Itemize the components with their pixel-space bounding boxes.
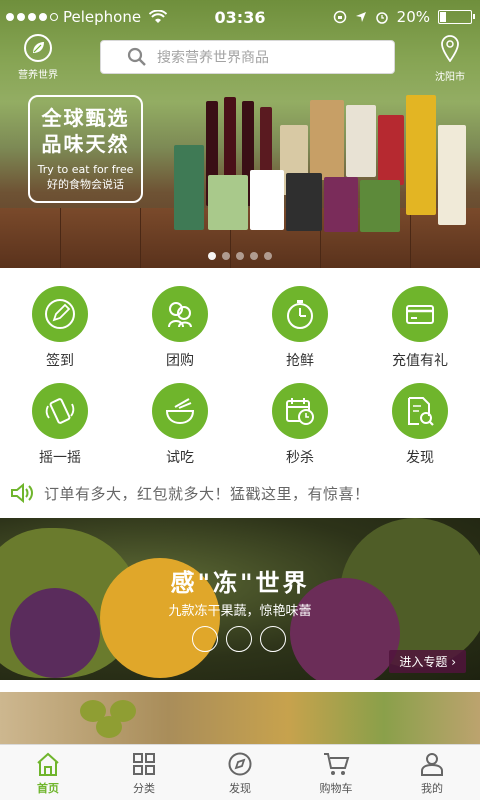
tab-label: 发现 [229, 781, 251, 795]
feature-label: 签到 [46, 353, 74, 369]
card-icon [392, 286, 448, 342]
pen-icon [32, 286, 88, 342]
feature-grid: 签到 团购 抢鲜 充值有礼 摇一摇 试吃 秒杀 发现 [0, 280, 480, 474]
banner-line-2: 品味天然 [41, 132, 130, 156]
promo-subtitle: 九款冻干果蔬，惊艳味蕾 [168, 604, 312, 619]
search-bar[interactable]: 搜索营养世界商品 [100, 40, 395, 74]
certification-icon [226, 626, 252, 652]
tab-label: 购物车 [319, 781, 353, 795]
location-label: 沈阳市 [435, 72, 465, 83]
cart-icon [322, 750, 350, 778]
notice-bar[interactable]: 订单有多大，红包就多大！猛戳这里，有惊喜！ [0, 478, 480, 508]
feature-label: 团购 [166, 353, 194, 369]
search-icon [127, 47, 146, 66]
search-placeholder: 搜索营养世界商品 [157, 50, 269, 66]
pager-dot[interactable] [222, 252, 230, 260]
map-pin-icon [441, 35, 459, 63]
group-icon [152, 286, 208, 342]
status-bar: Pelephone 03:36 20% [0, 0, 480, 34]
feature-recharge[interactable]: 充值有礼 [360, 280, 480, 377]
stopwatch-icon [272, 286, 328, 342]
feature-tasting[interactable]: 试吃 [120, 377, 240, 474]
feature-shake[interactable]: 摇一摇 [0, 377, 120, 474]
bowl-icon [152, 383, 208, 439]
certification-icon [260, 626, 286, 652]
banner-line-3: Try to eat for free [37, 163, 134, 176]
location-selector[interactable]: 沈阳市 [428, 34, 472, 83]
banner-slogan: 全球甄选 品味天然 Try to eat for free 好的食物会说话 [28, 95, 143, 203]
feature-group-buy[interactable]: 团购 [120, 280, 240, 377]
home-icon [34, 750, 62, 778]
notice-text: 订单有多大，红包就多大！猛戳这里，有惊喜！ [44, 484, 370, 503]
feature-label: 试吃 [166, 450, 194, 466]
speaker-icon [11, 482, 33, 504]
brand-logo[interactable]: 营养世界 [8, 34, 68, 81]
header-area: Pelephone 03:36 20% 营养世界 搜索营养世界商品 沈阳市 全球… [0, 0, 480, 268]
pager-dot[interactable] [250, 252, 258, 260]
feature-sign-in[interactable]: 签到 [0, 280, 120, 377]
banner-products-image[interactable] [170, 95, 470, 235]
next-banner-partial[interactable] [0, 692, 480, 744]
promo-title: 感"冻"世界 [170, 569, 310, 597]
tab-bar: 首页 分类 发现 购物车 我的 [0, 744, 480, 800]
feature-label: 充值有礼 [392, 353, 448, 369]
feature-seckill[interactable]: 秒杀 [240, 377, 360, 474]
compass-icon [226, 750, 254, 778]
tab-category[interactable]: 分类 [96, 745, 192, 800]
tab-home[interactable]: 首页 [0, 745, 96, 800]
enter-topic-button[interactable]: 进入专题 › [389, 650, 466, 673]
tab-label: 我的 [421, 781, 443, 795]
certification-marks [192, 626, 292, 652]
banner-line-1: 全球甄选 [41, 106, 130, 130]
pager-dot[interactable] [236, 252, 244, 260]
tab-label: 分类 [133, 781, 155, 795]
banner-line-4: 好的食物会说话 [47, 178, 124, 191]
feature-label: 秒杀 [286, 450, 314, 466]
brand-label: 营养世界 [18, 70, 58, 81]
alarm-icon [375, 12, 388, 24]
leaf-icon [24, 34, 52, 62]
tab-discover[interactable]: 发现 [192, 745, 288, 800]
certification-icon [192, 626, 218, 652]
feature-discover[interactable]: 发现 [360, 377, 480, 474]
feature-flash[interactable]: 抢鲜 [240, 280, 360, 377]
calendar-clock-icon [272, 383, 328, 439]
feature-label: 发现 [406, 450, 434, 466]
shake-phone-icon [32, 383, 88, 439]
feature-label: 摇一摇 [39, 450, 81, 466]
feature-label: 抢鲜 [286, 353, 314, 369]
battery-icon [438, 10, 475, 24]
tab-cart[interactable]: 购物车 [288, 745, 384, 800]
location-arrow-icon [355, 12, 366, 22]
tab-label: 首页 [37, 781, 59, 795]
grid-icon [130, 750, 158, 778]
tab-mine[interactable]: 我的 [384, 745, 480, 800]
pager-dot[interactable] [264, 252, 272, 260]
promo-banner[interactable]: 感"冻"世界 九款冻干果蔬，惊艳味蕾 进入专题 › [0, 518, 480, 680]
pager-dot[interactable] [208, 252, 216, 260]
battery-percent: 20% [396, 8, 430, 26]
user-icon [418, 750, 446, 778]
banner-pager [0, 252, 480, 260]
document-search-icon [392, 383, 448, 439]
rotation-lock-icon [333, 10, 346, 24]
